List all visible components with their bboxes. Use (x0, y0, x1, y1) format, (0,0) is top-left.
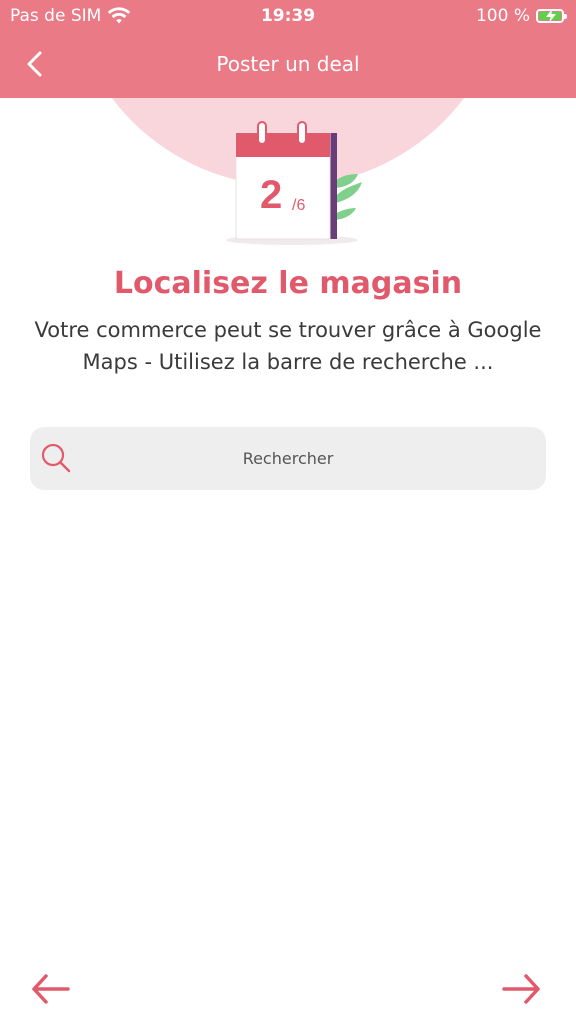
screen: Pas de SIM 19:39 100 % Poster un deal 2 … (0, 0, 576, 1024)
calendar-icon: 2 /6 (226, 121, 362, 245)
battery-status: 100 % (475, 6, 567, 26)
top-bar: Pas de SIM 19:39 100 % Poster un deal (0, 0, 576, 98)
battery-percentage: 100 % (475, 6, 530, 26)
navigation-bar: Poster un deal (0, 34, 576, 96)
step-description: Votre commerce peut se trouver grâce à G… (34, 318, 542, 374)
charging-bolt-icon (546, 9, 556, 23)
next-step-button[interactable] (500, 968, 542, 1010)
battery-icon (536, 9, 567, 23)
previous-step-button[interactable] (30, 968, 72, 1010)
search-input[interactable] (30, 427, 546, 490)
status-bar: Pas de SIM 19:39 100 % (0, 0, 576, 34)
search-bar (30, 427, 546, 490)
step-heading: Localisez le magasin (113, 266, 463, 301)
search-icon (41, 443, 71, 473)
step-content: Localisez le magasin Votre commerce peut… (0, 262, 576, 378)
step-total: /6 (292, 197, 305, 214)
step-current: 2 (260, 173, 282, 217)
page-title: Poster un deal (216, 52, 360, 76)
